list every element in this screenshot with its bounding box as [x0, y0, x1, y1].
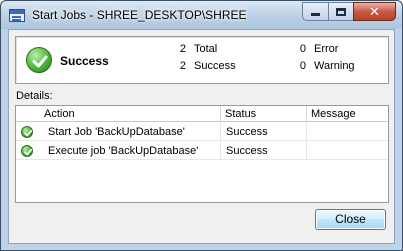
row-action: Start Job 'BackUpDatabase' [16, 123, 221, 141]
app-window-icon[interactable] [9, 9, 25, 22]
column-header-message[interactable]: Message [307, 106, 388, 122]
summary-status: Success [60, 54, 109, 68]
warning-count: 0 [299, 60, 306, 72]
maximize-icon [336, 7, 346, 16]
total-stat: 2 Total [176, 43, 217, 55]
error-count: 0 [299, 43, 306, 55]
total-label: Total [194, 43, 218, 55]
total-count: 2 [179, 43, 186, 55]
row-status: Success [221, 142, 307, 160]
row-action: Execute job 'BackUpDatabase' [16, 142, 221, 160]
grid-header: Action Status Message [16, 106, 388, 122]
table-row[interactable]: Execute job 'BackUpDatabase' Success [16, 142, 388, 160]
window-title: Start Jobs - SHREE_DESKTOP\SHREE [32, 8, 247, 22]
details-grid[interactable]: Action Status Message Start Job 'BackUpD… [15, 105, 389, 203]
minimize-button[interactable] [302, 2, 328, 21]
close-button[interactable]: Close [315, 209, 386, 230]
row-status: Success [221, 123, 307, 141]
table-row[interactable]: Start Job 'BackUpDatabase' Success [16, 123, 388, 141]
minimize-icon [311, 13, 320, 16]
error-label: Error [314, 43, 339, 55]
column-header-status[interactable]: Status [221, 106, 307, 122]
success-count: 2 [179, 60, 186, 72]
caption-buttons: ✕ [302, 2, 396, 21]
row-message [307, 123, 388, 141]
success-label: Success [194, 60, 236, 72]
maximize-button[interactable] [328, 2, 353, 21]
row-message [307, 142, 388, 160]
warning-stat: 0 Warning [296, 60, 355, 72]
success-stat: 2 Success [176, 60, 236, 72]
column-header-action[interactable]: Action [16, 106, 221, 122]
success-check-icon [26, 47, 52, 73]
window-close-button[interactable]: ✕ [353, 2, 396, 21]
summary-panel: Success 2 Total 2 Success 0 Error 0 Warning [15, 36, 389, 84]
dialog-body: Success 2 Total 2 Success 0 Error 0 Warning … [8, 29, 395, 244]
error-stat: 0 Error [296, 43, 339, 55]
details-label: Details: [16, 90, 53, 102]
title-bar[interactable]: Start Jobs - SHREE_DESKTOP\SHREE ✕ [1, 1, 402, 29]
dialog-window: Start Jobs - SHREE_DESKTOP\SHREE ✕ Succe… [0, 0, 403, 251]
warning-label: Warning [314, 60, 355, 72]
close-icon: ✕ [369, 4, 380, 19]
